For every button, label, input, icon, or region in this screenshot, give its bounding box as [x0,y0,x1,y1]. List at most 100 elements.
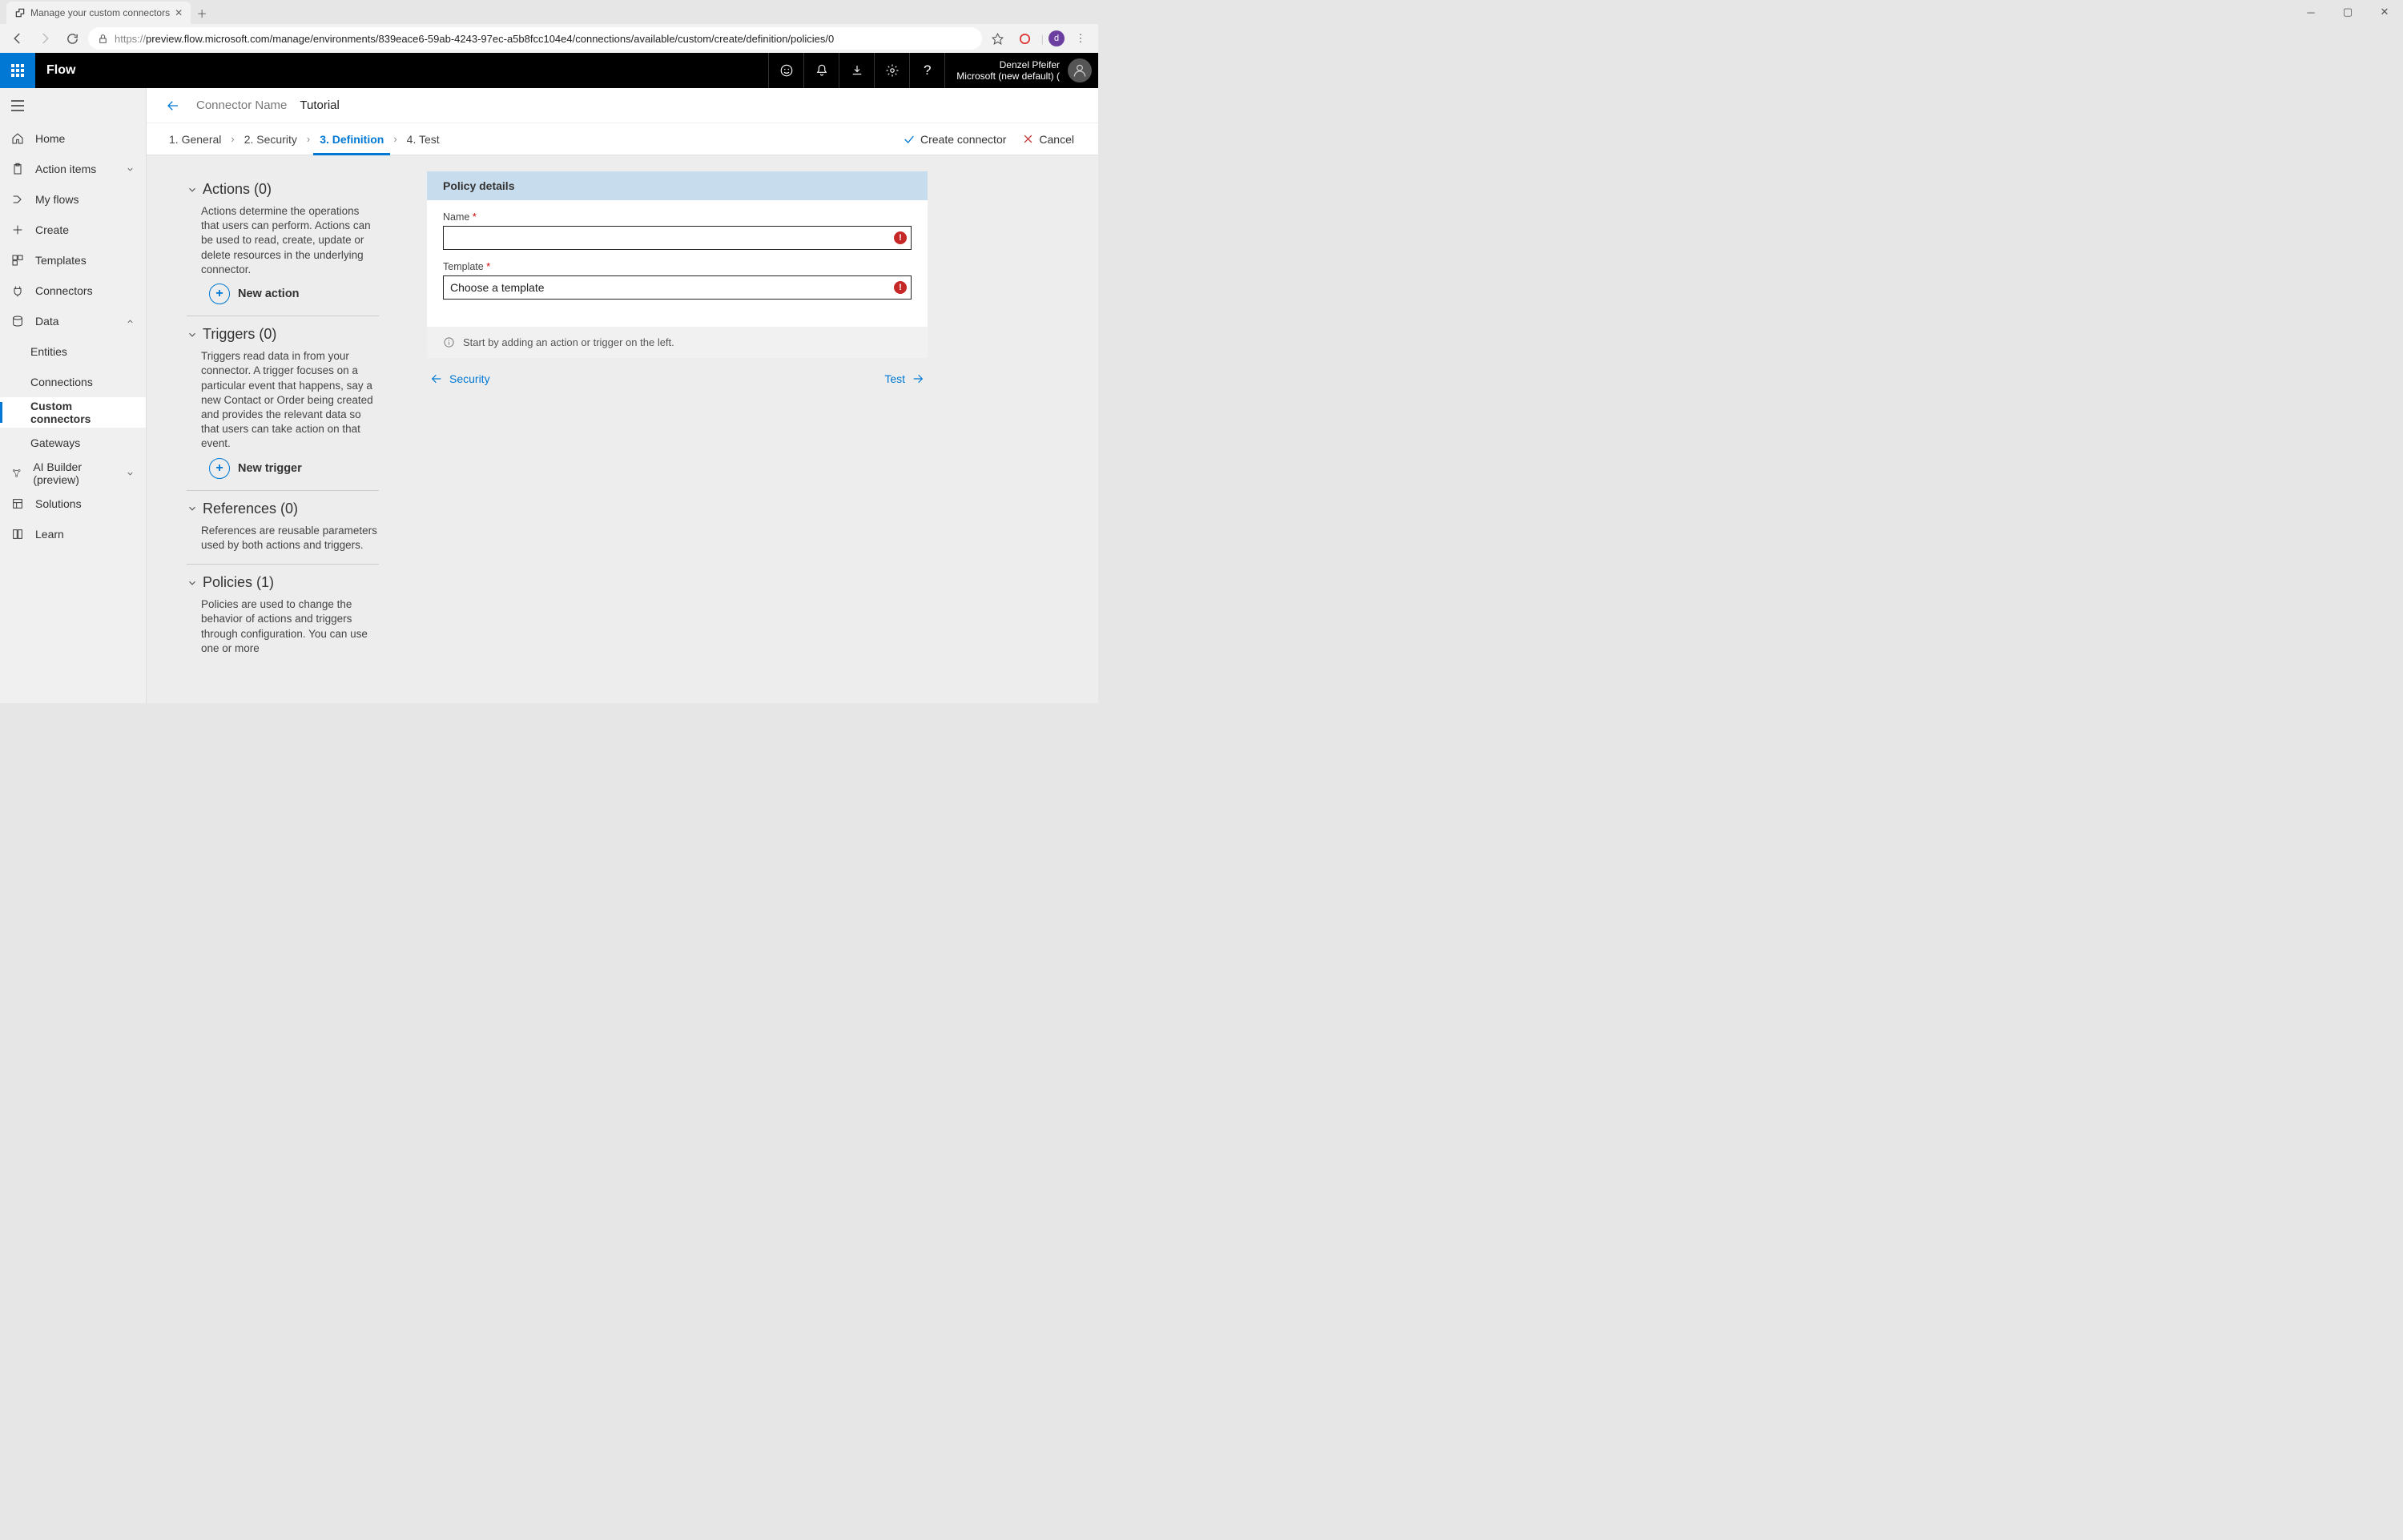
crumb-label: Connector Name [196,99,287,112]
sidebar-item-custom-connectors[interactable]: Custom connectors [0,397,146,428]
sidebar-item-label: Connections [30,376,93,388]
chevron-down-icon [187,184,198,195]
sidebar-item-label: Data [35,315,59,328]
feedback-icon[interactable] [768,53,803,88]
actions-section-toggle[interactable]: Actions (0) [187,178,379,201]
app-title: Flow [35,63,75,78]
back-button[interactable] [163,95,183,116]
sidebar-item-my-flows[interactable]: My flows [0,184,146,215]
settings-gear-icon[interactable] [874,53,909,88]
info-bar: Start by adding an action or trigger on … [427,327,928,358]
sidebar-item-templates[interactable]: Templates [0,245,146,275]
chevron-down-icon [126,469,135,478]
breadcrumb: Connector Name Tutorial [147,88,1098,123]
new-tab-button[interactable]: ＋ [191,2,213,24]
sidebar-item-solutions[interactable]: Solutions [0,489,146,519]
cancel-button[interactable]: Cancel [1014,133,1082,146]
sidebar-item-action-items[interactable]: Action items [0,154,146,184]
name-input[interactable] [443,226,912,250]
browser-profile-avatar[interactable]: d [1049,30,1065,46]
chevron-down-icon [187,329,198,340]
sidebar-item-label: Templates [35,254,87,267]
browser-menu-icon[interactable]: ⋮ [1069,27,1092,50]
sidebar-item-label: Home [35,132,65,145]
references-section-toggle[interactable]: References (0) [187,497,379,521]
step-test[interactable]: 4. Test [400,123,446,155]
error-icon: ! [894,281,907,294]
url-protocol: https:// [115,33,146,45]
window-minimize-button[interactable]: ─ [2292,0,2329,24]
flow-icon [11,193,24,206]
policy-details-panel: Policy details Name * ! Template * Choos… [427,171,928,358]
tab-close-icon[interactable]: ✕ [175,7,183,18]
sidebar: Home Action items My flows Create Templa… [0,88,147,703]
extension-icon[interactable] [1014,27,1036,50]
template-field-label: Template * [443,261,912,272]
app-launcher-button[interactable] [0,53,35,88]
window-close-button[interactable]: ✕ [2366,0,2403,24]
bookmark-star-icon[interactable] [987,27,1009,50]
sidebar-item-label: Custom connectors [30,400,135,425]
sidebar-item-label: Entities [30,345,67,358]
actions-description: Actions determine the operations that us… [187,201,379,277]
create-connector-button[interactable]: Create connector [895,133,1014,146]
clipboard-icon [11,163,24,175]
definition-sidebar: Actions (0) Actions determine the operat… [187,171,379,703]
sidebar-item-label: Gateways [30,436,80,449]
browser-tab[interactable]: Manage your custom connectors ✕ [6,2,191,24]
sidebar-item-label: Connectors [35,284,93,297]
new-action-button[interactable]: + New action [187,277,379,304]
triggers-section-toggle[interactable]: Triggers (0) [187,323,379,346]
solutions-icon [11,497,24,510]
chevron-right-icon: › [390,133,400,145]
sidebar-item-home[interactable]: Home [0,123,146,154]
sidebar-item-connections[interactable]: Connections [0,367,146,397]
tab-favicon [14,7,26,18]
chevron-down-icon [187,503,198,514]
close-icon [1022,133,1034,145]
triggers-description: Triggers read data in from your connecto… [187,346,379,452]
browser-forward-button[interactable] [34,27,56,50]
plus-circle-icon: + [209,458,230,479]
plus-icon [11,223,24,236]
tenant-name: Microsoft (new default) ( [956,70,1060,82]
sidebar-item-learn[interactable]: Learn [0,519,146,549]
chevron-right-icon: › [227,133,237,145]
download-icon[interactable] [839,53,874,88]
info-icon [443,336,455,348]
sidebar-item-data[interactable]: Data [0,306,146,336]
sidebar-item-create[interactable]: Create [0,215,146,245]
prev-step-button[interactable]: Security [430,372,490,385]
help-icon[interactable]: ? [909,53,944,88]
step-definition[interactable]: 3. Definition [313,123,390,155]
chevron-down-icon [187,577,198,589]
browser-back-button[interactable] [6,27,29,50]
new-trigger-button[interactable]: + New trigger [187,452,379,479]
notifications-icon[interactable] [803,53,839,88]
address-bar[interactable]: https://preview.flow.microsoft.com/manag… [88,27,982,50]
sidebar-item-entities[interactable]: Entities [0,336,146,367]
ai-icon [11,467,22,480]
tab-title: Manage your custom connectors [30,7,170,18]
sidebar-item-connectors[interactable]: Connectors [0,275,146,306]
sidebar-item-gateways[interactable]: Gateways [0,428,146,458]
lock-icon [98,34,108,44]
step-security[interactable]: 2. Security [238,123,304,155]
browser-reload-button[interactable] [61,27,83,50]
chevron-down-icon [126,165,135,174]
template-icon [11,254,24,267]
check-icon [903,133,916,146]
data-icon [11,315,24,328]
policies-section-toggle[interactable]: Policies (1) [187,571,379,594]
sidebar-item-label: Create [35,223,69,236]
chevron-up-icon [126,317,135,326]
wizard-steps: 1. General › 2. Security › 3. Definition… [147,123,1098,155]
next-step-button[interactable]: Test [884,372,924,385]
sidebar-item-label: Learn [35,528,64,541]
step-general[interactable]: 1. General [163,123,227,155]
window-maximize-button[interactable]: ▢ [2329,0,2366,24]
sidebar-item-ai-builder[interactable]: AI Builder (preview) [0,458,146,489]
sidebar-collapse-button[interactable] [0,88,146,123]
template-select[interactable]: Choose a template [443,275,912,300]
user-menu[interactable]: Denzel Pfeifer Microsoft (new default) ( [944,53,1098,88]
